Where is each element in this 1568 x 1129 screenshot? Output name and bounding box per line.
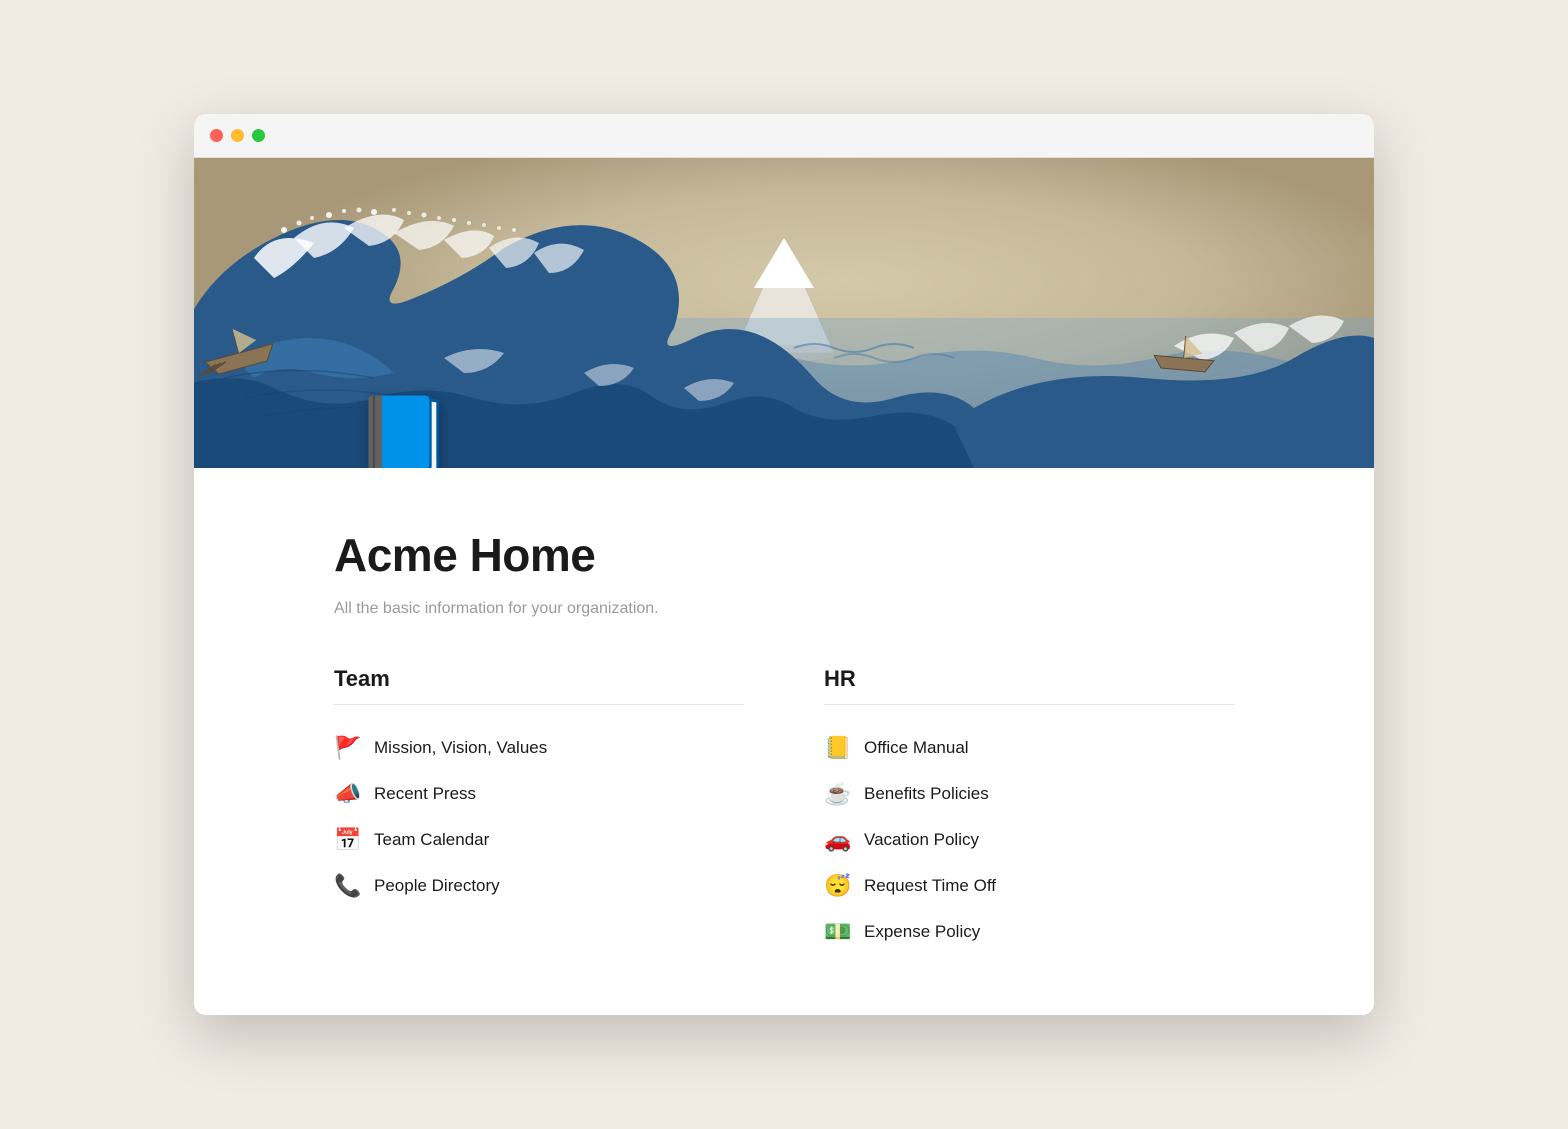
notebook-icon: 📒	[824, 735, 852, 761]
item-label: Mission, Vision, Values	[374, 738, 547, 758]
item-label: Expense Policy	[864, 922, 980, 942]
money-icon: 💵	[824, 919, 852, 945]
minimize-button[interactable]	[231, 129, 244, 142]
phone-icon: 📞	[334, 873, 362, 899]
list-item[interactable]: ☕ Benefits Policies	[824, 771, 1234, 817]
item-label: Vacation Policy	[864, 830, 979, 850]
book-emoji: 📘	[354, 398, 454, 468]
list-item[interactable]: 💵 Expense Policy	[824, 909, 1234, 955]
team-section-heading: Team	[334, 666, 744, 705]
maximize-button[interactable]	[252, 129, 265, 142]
header-banner: 📘	[194, 158, 1374, 468]
hr-list: 📒 Office Manual ☕ Benefits Policies 🚗 Va…	[824, 725, 1234, 955]
item-label: Recent Press	[374, 784, 476, 804]
list-item[interactable]: 📅 Team Calendar	[334, 817, 744, 863]
sleepy-icon: 😴	[824, 873, 852, 899]
list-item[interactable]: 📞 People Directory	[334, 863, 744, 909]
hr-section-heading: HR	[824, 666, 1234, 705]
list-item[interactable]: 😴 Request Time Off	[824, 863, 1234, 909]
coffee-icon: ☕	[824, 781, 852, 807]
calendar-icon: 📅	[334, 827, 362, 853]
item-label: Benefits Policies	[864, 784, 989, 804]
team-section: Team 🚩 Mission, Vision, Values 📣 Recent …	[334, 666, 744, 955]
page-subtitle: All the basic information for your organ…	[334, 600, 1234, 618]
flag-icon: 🚩	[334, 735, 362, 761]
sections-grid: Team 🚩 Mission, Vision, Values 📣 Recent …	[334, 666, 1234, 955]
item-label: Request Time Off	[864, 876, 996, 896]
car-icon: 🚗	[824, 827, 852, 853]
title-bar	[194, 114, 1374, 158]
item-label: People Directory	[374, 876, 500, 896]
page-title: Acme Home	[334, 528, 1234, 582]
list-item[interactable]: 📒 Office Manual	[824, 725, 1234, 771]
item-label: Office Manual	[864, 738, 969, 758]
page-content: Acme Home All the basic information for …	[194, 468, 1374, 1015]
hr-section: HR 📒 Office Manual ☕ Benefits Policies 🚗…	[824, 666, 1234, 955]
list-item[interactable]: 🚗 Vacation Policy	[824, 817, 1234, 863]
list-item[interactable]: 📣 Recent Press	[334, 771, 744, 817]
team-list: 🚩 Mission, Vision, Values 📣 Recent Press…	[334, 725, 744, 909]
app-window: 📘 Acme Home All the basic information fo…	[194, 114, 1374, 1015]
list-item[interactable]: 🚩 Mission, Vision, Values	[334, 725, 744, 771]
megaphone-icon: 📣	[334, 781, 362, 807]
close-button[interactable]	[210, 129, 223, 142]
item-label: Team Calendar	[374, 830, 489, 850]
